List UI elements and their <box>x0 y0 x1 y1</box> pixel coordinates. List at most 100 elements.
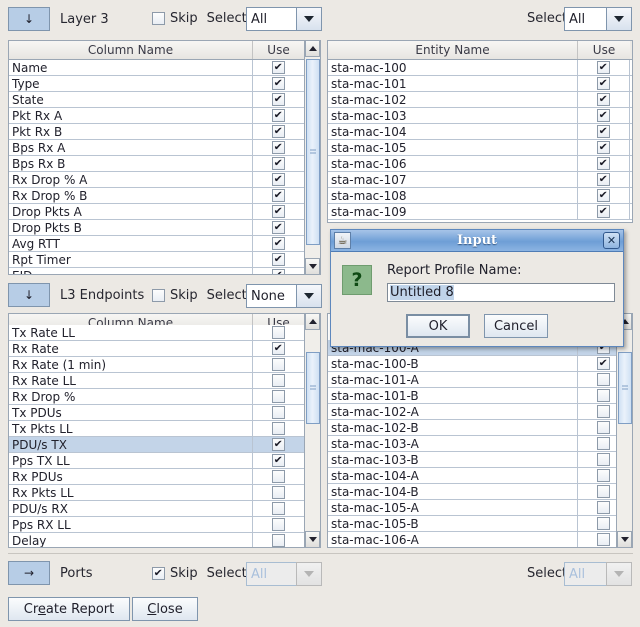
use-checkbox[interactable] <box>272 173 285 186</box>
table-row[interactable]: Bps Rx B <box>9 156 320 172</box>
use-checkbox[interactable] <box>597 125 610 138</box>
close-icon[interactable]: ✕ <box>603 232 620 249</box>
scroll-down-icon[interactable] <box>617 531 632 547</box>
row-use-cell[interactable] <box>253 501 305 516</box>
row-use-cell[interactable] <box>578 172 630 187</box>
row-use-cell[interactable] <box>578 92 630 107</box>
use-checkbox[interactable] <box>597 501 610 514</box>
use-checkbox[interactable] <box>597 437 610 450</box>
use-checkbox[interactable] <box>272 61 285 74</box>
table-row[interactable]: sta-mac-109 <box>328 204 632 220</box>
table-row[interactable]: sta-mac-107 <box>328 172 632 188</box>
use-checkbox[interactable] <box>597 405 610 418</box>
row-use-cell[interactable] <box>253 325 305 340</box>
table-row[interactable]: sta-mac-101 <box>328 76 632 92</box>
table-row[interactable]: Bps Rx A <box>9 140 320 156</box>
table-row[interactable]: Drop Pkts A <box>9 204 320 220</box>
use-checkbox[interactable] <box>597 453 610 466</box>
table-row[interactable]: sta-mac-102-B <box>328 420 632 436</box>
use-checkbox[interactable] <box>597 189 610 202</box>
row-use-cell[interactable] <box>253 76 305 91</box>
use-checkbox[interactable] <box>272 109 285 122</box>
table-row[interactable]: Pps RX LL <box>9 517 320 533</box>
use-checkbox[interactable] <box>597 109 610 122</box>
use-checkbox[interactable] <box>272 189 285 202</box>
use-checkbox[interactable] <box>597 421 610 434</box>
l3endpoints-skip-checkbox[interactable] <box>152 289 165 302</box>
dialog-title-bar[interactable]: ☕ Input ✕ <box>331 230 623 252</box>
row-use-cell[interactable] <box>253 60 305 75</box>
row-use-cell[interactable] <box>578 140 630 155</box>
use-checkbox[interactable] <box>272 269 285 274</box>
table-row[interactable]: Avg RTT <box>9 236 320 252</box>
row-use-cell[interactable] <box>253 204 305 219</box>
table-row[interactable]: Delay <box>9 533 320 547</box>
row-use-cell[interactable] <box>253 437 305 452</box>
l3endpoints-entity-table[interactable]: sta-mac-100-Asta-mac-100-Bsta-mac-101-As… <box>327 313 633 548</box>
layer3-column-table[interactable]: Column Name Use NameTypeStatePkt Rx APkt… <box>8 40 321 275</box>
use-checkbox[interactable] <box>272 358 285 371</box>
table-row[interactable]: sta-mac-102 <box>328 92 632 108</box>
layer3-skip-checkbox[interactable] <box>152 12 165 25</box>
row-use-cell[interactable] <box>578 76 630 91</box>
row-use-cell[interactable] <box>253 236 305 251</box>
table-row[interactable]: Rpt Timer <box>9 252 320 268</box>
layer3-entity-select-dropdown[interactable]: All <box>564 7 632 31</box>
table-row[interactable]: Type <box>9 76 320 92</box>
table-row[interactable]: Rx Drop % A <box>9 172 320 188</box>
l3endpoints-select-dropdown[interactable]: None <box>246 284 322 308</box>
use-checkbox[interactable] <box>597 157 610 170</box>
row-use-cell[interactable] <box>253 140 305 155</box>
table-row[interactable]: Pkt Rx A <box>9 108 320 124</box>
row-use-cell[interactable] <box>578 156 630 171</box>
use-checkbox[interactable] <box>272 77 285 90</box>
layer3-collapse-button[interactable]: ↓ <box>8 7 50 31</box>
row-use-cell[interactable] <box>578 60 630 75</box>
table-row[interactable]: Rx Rate <box>9 341 320 357</box>
table-row[interactable]: sta-mac-105 <box>328 140 632 156</box>
row-use-cell[interactable] <box>253 341 305 356</box>
l3endpoints-collapse-button[interactable]: ↓ <box>8 283 50 307</box>
table-row[interactable]: PDU/s RX <box>9 501 320 517</box>
ok-button[interactable]: OK <box>406 314 470 338</box>
scroll-up-icon[interactable] <box>305 41 320 57</box>
l3endpoints-entity-scrollbar[interactable] <box>616 314 632 547</box>
table-row[interactable]: sta-mac-100 <box>328 60 632 76</box>
row-use-cell[interactable] <box>253 124 305 139</box>
table-row[interactable]: Tx Rate LL <box>9 325 320 341</box>
row-use-cell[interactable] <box>253 172 305 187</box>
use-checkbox[interactable] <box>272 374 285 387</box>
table-row[interactable]: sta-mac-102-A <box>328 404 632 420</box>
use-checkbox[interactable] <box>272 221 285 234</box>
use-checkbox[interactable] <box>272 93 285 106</box>
row-use-cell[interactable] <box>253 108 305 123</box>
table-row[interactable]: sta-mac-108 <box>328 188 632 204</box>
layer3-entity-table[interactable]: Entity Name Use sta-mac-100sta-mac-101st… <box>327 40 633 223</box>
table-row[interactable]: sta-mac-106-A <box>328 532 632 547</box>
table-row[interactable]: sta-mac-106 <box>328 156 632 172</box>
use-checkbox[interactable] <box>597 141 610 154</box>
scroll-down-icon[interactable] <box>305 258 320 274</box>
table-row[interactable]: EID <box>9 268 320 274</box>
row-use-cell[interactable] <box>253 252 305 267</box>
use-checkbox[interactable] <box>597 93 610 106</box>
use-checkbox[interactable] <box>272 454 285 467</box>
table-row[interactable]: Rx Pkts LL <box>9 485 320 501</box>
ports-skip-checkbox[interactable] <box>152 567 165 580</box>
scroll-up-icon[interactable] <box>305 314 320 330</box>
row-use-cell[interactable] <box>253 357 305 372</box>
table-row[interactable]: Drop Pkts B <box>9 220 320 236</box>
chevron-down-icon[interactable] <box>296 7 322 31</box>
use-checkbox[interactable] <box>597 173 610 186</box>
row-use-cell[interactable] <box>253 156 305 171</box>
table-row[interactable]: sta-mac-104 <box>328 124 632 140</box>
row-use-cell[interactable] <box>578 124 630 139</box>
row-use-cell[interactable] <box>253 405 305 420</box>
use-checkbox[interactable] <box>597 485 610 498</box>
row-use-cell[interactable] <box>253 373 305 388</box>
table-row[interactable]: PDU/s TX <box>9 437 320 453</box>
use-checkbox[interactable] <box>272 205 285 218</box>
row-use-cell[interactable] <box>578 108 630 123</box>
table-row[interactable]: sta-mac-101-A <box>328 372 632 388</box>
row-use-cell[interactable] <box>253 92 305 107</box>
